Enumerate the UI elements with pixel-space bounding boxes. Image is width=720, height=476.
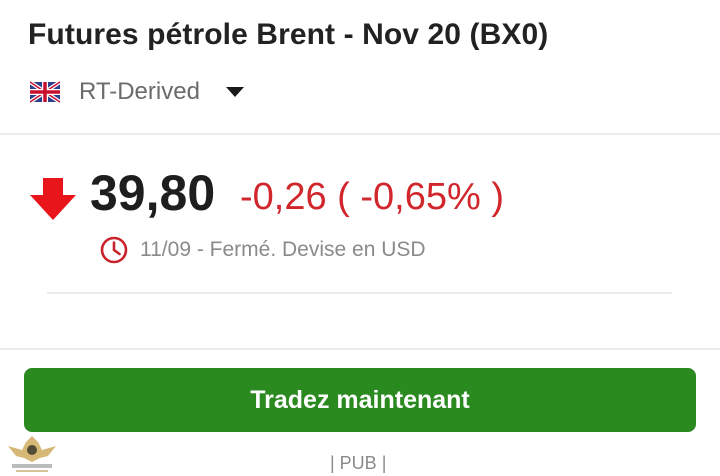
forum-watermark-logo	[8, 436, 56, 472]
arrow-down-icon	[30, 178, 76, 220]
ad-label: | PUB |	[330, 453, 387, 473]
divider	[0, 348, 720, 350]
market-status: 11/09 - Fermé. Devise en USD	[140, 238, 426, 261]
last-price: 39,80	[90, 165, 216, 221]
price-change: -0,26 ( -0,65% )	[240, 176, 504, 218]
uk-flag-icon	[30, 81, 60, 103]
page-title: Futures pétrole Brent - Nov 20 (BX0)	[28, 18, 549, 51]
caret-down-icon	[225, 87, 244, 97]
divider	[47, 292, 672, 294]
data-source-dropdown[interactable]: RT-Derived	[30, 76, 244, 108]
divider	[0, 133, 720, 135]
data-source-label: RT-Derived	[79, 78, 200, 105]
trade-now-button[interactable]: Tradez maintenant	[24, 368, 696, 432]
clock-icon	[100, 236, 128, 264]
